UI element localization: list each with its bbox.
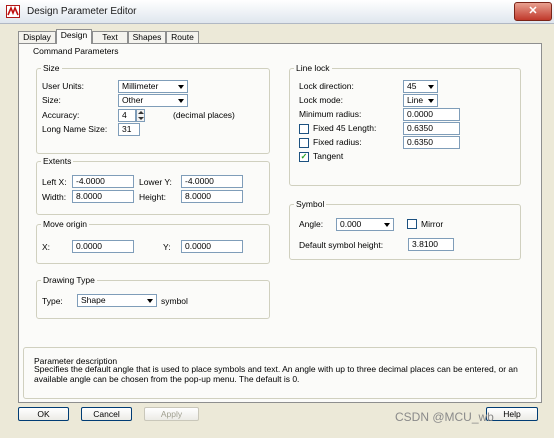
fixed-45-length-label: Fixed 45 Length: [313, 123, 377, 133]
chevron-down-icon [178, 85, 184, 89]
symbol-group-title: Symbol [294, 199, 327, 209]
origin-y-input[interactable]: 0.0000 [181, 240, 243, 253]
parameter-description-group: Parameter description Specifies the defa… [23, 347, 537, 399]
size-select[interactable]: Other [118, 94, 188, 107]
left-x-label: Left X: [42, 177, 67, 187]
lock-direction-value: 45 [407, 81, 417, 91]
spin-down-icon [138, 117, 144, 120]
chevron-down-icon [428, 99, 434, 103]
tab-label: Route [171, 32, 194, 42]
fixed-radius-checkbox[interactable] [299, 138, 309, 148]
ok-button[interactable]: OK [18, 407, 69, 421]
extents-group: Extents Left X: -4.0000 Lower Y: -4.0000… [36, 156, 270, 215]
fixed-45-length-checkbox[interactable] [299, 124, 309, 134]
lock-mode-label: Lock mode: [299, 95, 343, 105]
design-tab-panel: Command Parameters Size User Units: Mill… [18, 43, 542, 403]
move-origin-group: Move origin X: 0.0000 Y: 0.0000 [36, 219, 270, 264]
chevron-down-icon [147, 299, 153, 303]
minimum-radius-input[interactable]: 0.0000 [403, 108, 460, 121]
mirror-label: Mirror [421, 219, 444, 229]
origin-x-input[interactable]: 0.0000 [72, 240, 134, 253]
height-input[interactable]: 8.0000 [181, 190, 243, 203]
mirror-checkbox[interactable] [407, 219, 417, 229]
fixed-45-length-input[interactable]: 0.6350 [403, 122, 460, 135]
command-parameters-title: Command Parameters [33, 46, 119, 56]
tab-route[interactable]: Route [166, 31, 199, 43]
minimum-radius-label: Minimum radius: [299, 109, 362, 119]
move-origin-group-title: Move origin [41, 219, 89, 229]
apply-button[interactable]: Apply [144, 407, 199, 421]
line-lock-group: Line lock Lock direction: 45 Lock mode: … [289, 63, 521, 186]
fixed-radius-label: Fixed radius: [313, 137, 362, 147]
angle-select[interactable]: 0.000 [336, 218, 394, 231]
width-label: Width: [42, 192, 67, 202]
lock-mode-value: Line [407, 95, 424, 105]
chevron-down-icon [428, 85, 434, 89]
accuracy-label: Accuracy: [42, 110, 80, 120]
fixed-radius-input[interactable]: 0.6350 [403, 136, 460, 149]
tab-design[interactable]: Design [56, 29, 92, 44]
user-units-label: User Units: [42, 81, 85, 91]
accuracy-spinner[interactable] [136, 109, 145, 122]
window-close-button[interactable]: ✕ [514, 2, 552, 21]
long-name-size-input[interactable]: 31 [118, 123, 140, 136]
watermark-text: CSDN @MCU_wb [395, 410, 494, 424]
drawing-type-suffix: symbol [161, 296, 188, 306]
long-name-size-label: Long Name Size: [42, 124, 108, 134]
checkmark-icon: ✓ [300, 152, 308, 161]
lock-mode-select[interactable]: Line [403, 94, 438, 107]
angle-value: 0.000 [340, 219, 362, 229]
cancel-button[interactable]: Cancel [81, 407, 132, 421]
drawing-type-group: Drawing Type Type: Shape symbol [36, 275, 270, 319]
default-symbol-height-label: Default symbol height: [299, 240, 384, 250]
close-icon: ✕ [528, 5, 538, 17]
extents-group-title: Extents [41, 156, 74, 166]
spin-up-icon [138, 111, 144, 114]
accuracy-input[interactable]: 4 [118, 109, 136, 122]
drawing-type-group-title: Drawing Type [41, 275, 97, 285]
size-value: Other [122, 95, 144, 105]
angle-label: Angle: [299, 219, 324, 229]
default-symbol-height-input[interactable]: 3.8100 [408, 238, 454, 251]
window-title: Design Parameter Editor [27, 6, 137, 17]
tab-text[interactable]: Text [92, 31, 128, 43]
drawing-type-label: Type: [42, 296, 63, 306]
tangent-label: Tangent [313, 151, 344, 161]
symbol-group: Symbol Angle: 0.000 Mirror Default symbo… [289, 199, 521, 260]
dialog-body: Display Design Text Shapes Route Command… [0, 24, 554, 438]
size-group-title: Size [41, 63, 62, 73]
lower-y-label: Lower Y: [139, 177, 172, 187]
width-input[interactable]: 8.0000 [72, 190, 134, 203]
title-bar: Design Parameter Editor ✕ [0, 0, 554, 24]
app-logo-icon [6, 5, 20, 18]
tab-display[interactable]: Display [18, 31, 56, 43]
drawing-type-value: Shape [81, 295, 106, 305]
chevron-down-icon [178, 99, 184, 103]
user-units-select[interactable]: Millimeter [118, 80, 188, 93]
tab-label: Design [60, 30, 88, 40]
lower-y-input[interactable]: -4.0000 [181, 175, 243, 188]
lock-direction-label: Lock direction: [299, 81, 354, 91]
line-lock-group-title: Line lock [294, 63, 332, 73]
size-group: Size User Units: Millimeter Size: Other … [36, 63, 270, 154]
left-x-input[interactable]: -4.0000 [72, 175, 134, 188]
height-label: Height: [139, 192, 166, 202]
user-units-value: Millimeter [122, 81, 159, 91]
drawing-type-select[interactable]: Shape [77, 294, 157, 307]
chevron-down-icon [384, 223, 390, 227]
origin-x-label: X: [42, 242, 51, 252]
size-label: Size: [42, 95, 61, 105]
tab-label: Display [23, 32, 51, 42]
parameter-description-text: Specifies the default angle that is used… [34, 364, 518, 384]
tab-label: Shapes [132, 32, 162, 42]
tangent-checkbox[interactable]: ✓ [299, 152, 309, 162]
tab-label: Text [102, 32, 118, 42]
lock-direction-select[interactable]: 45 [403, 80, 438, 93]
tab-shapes[interactable]: Shapes [128, 31, 166, 43]
accuracy-suffix: (decimal places) [173, 110, 235, 120]
origin-y-label: Y: [163, 242, 171, 252]
